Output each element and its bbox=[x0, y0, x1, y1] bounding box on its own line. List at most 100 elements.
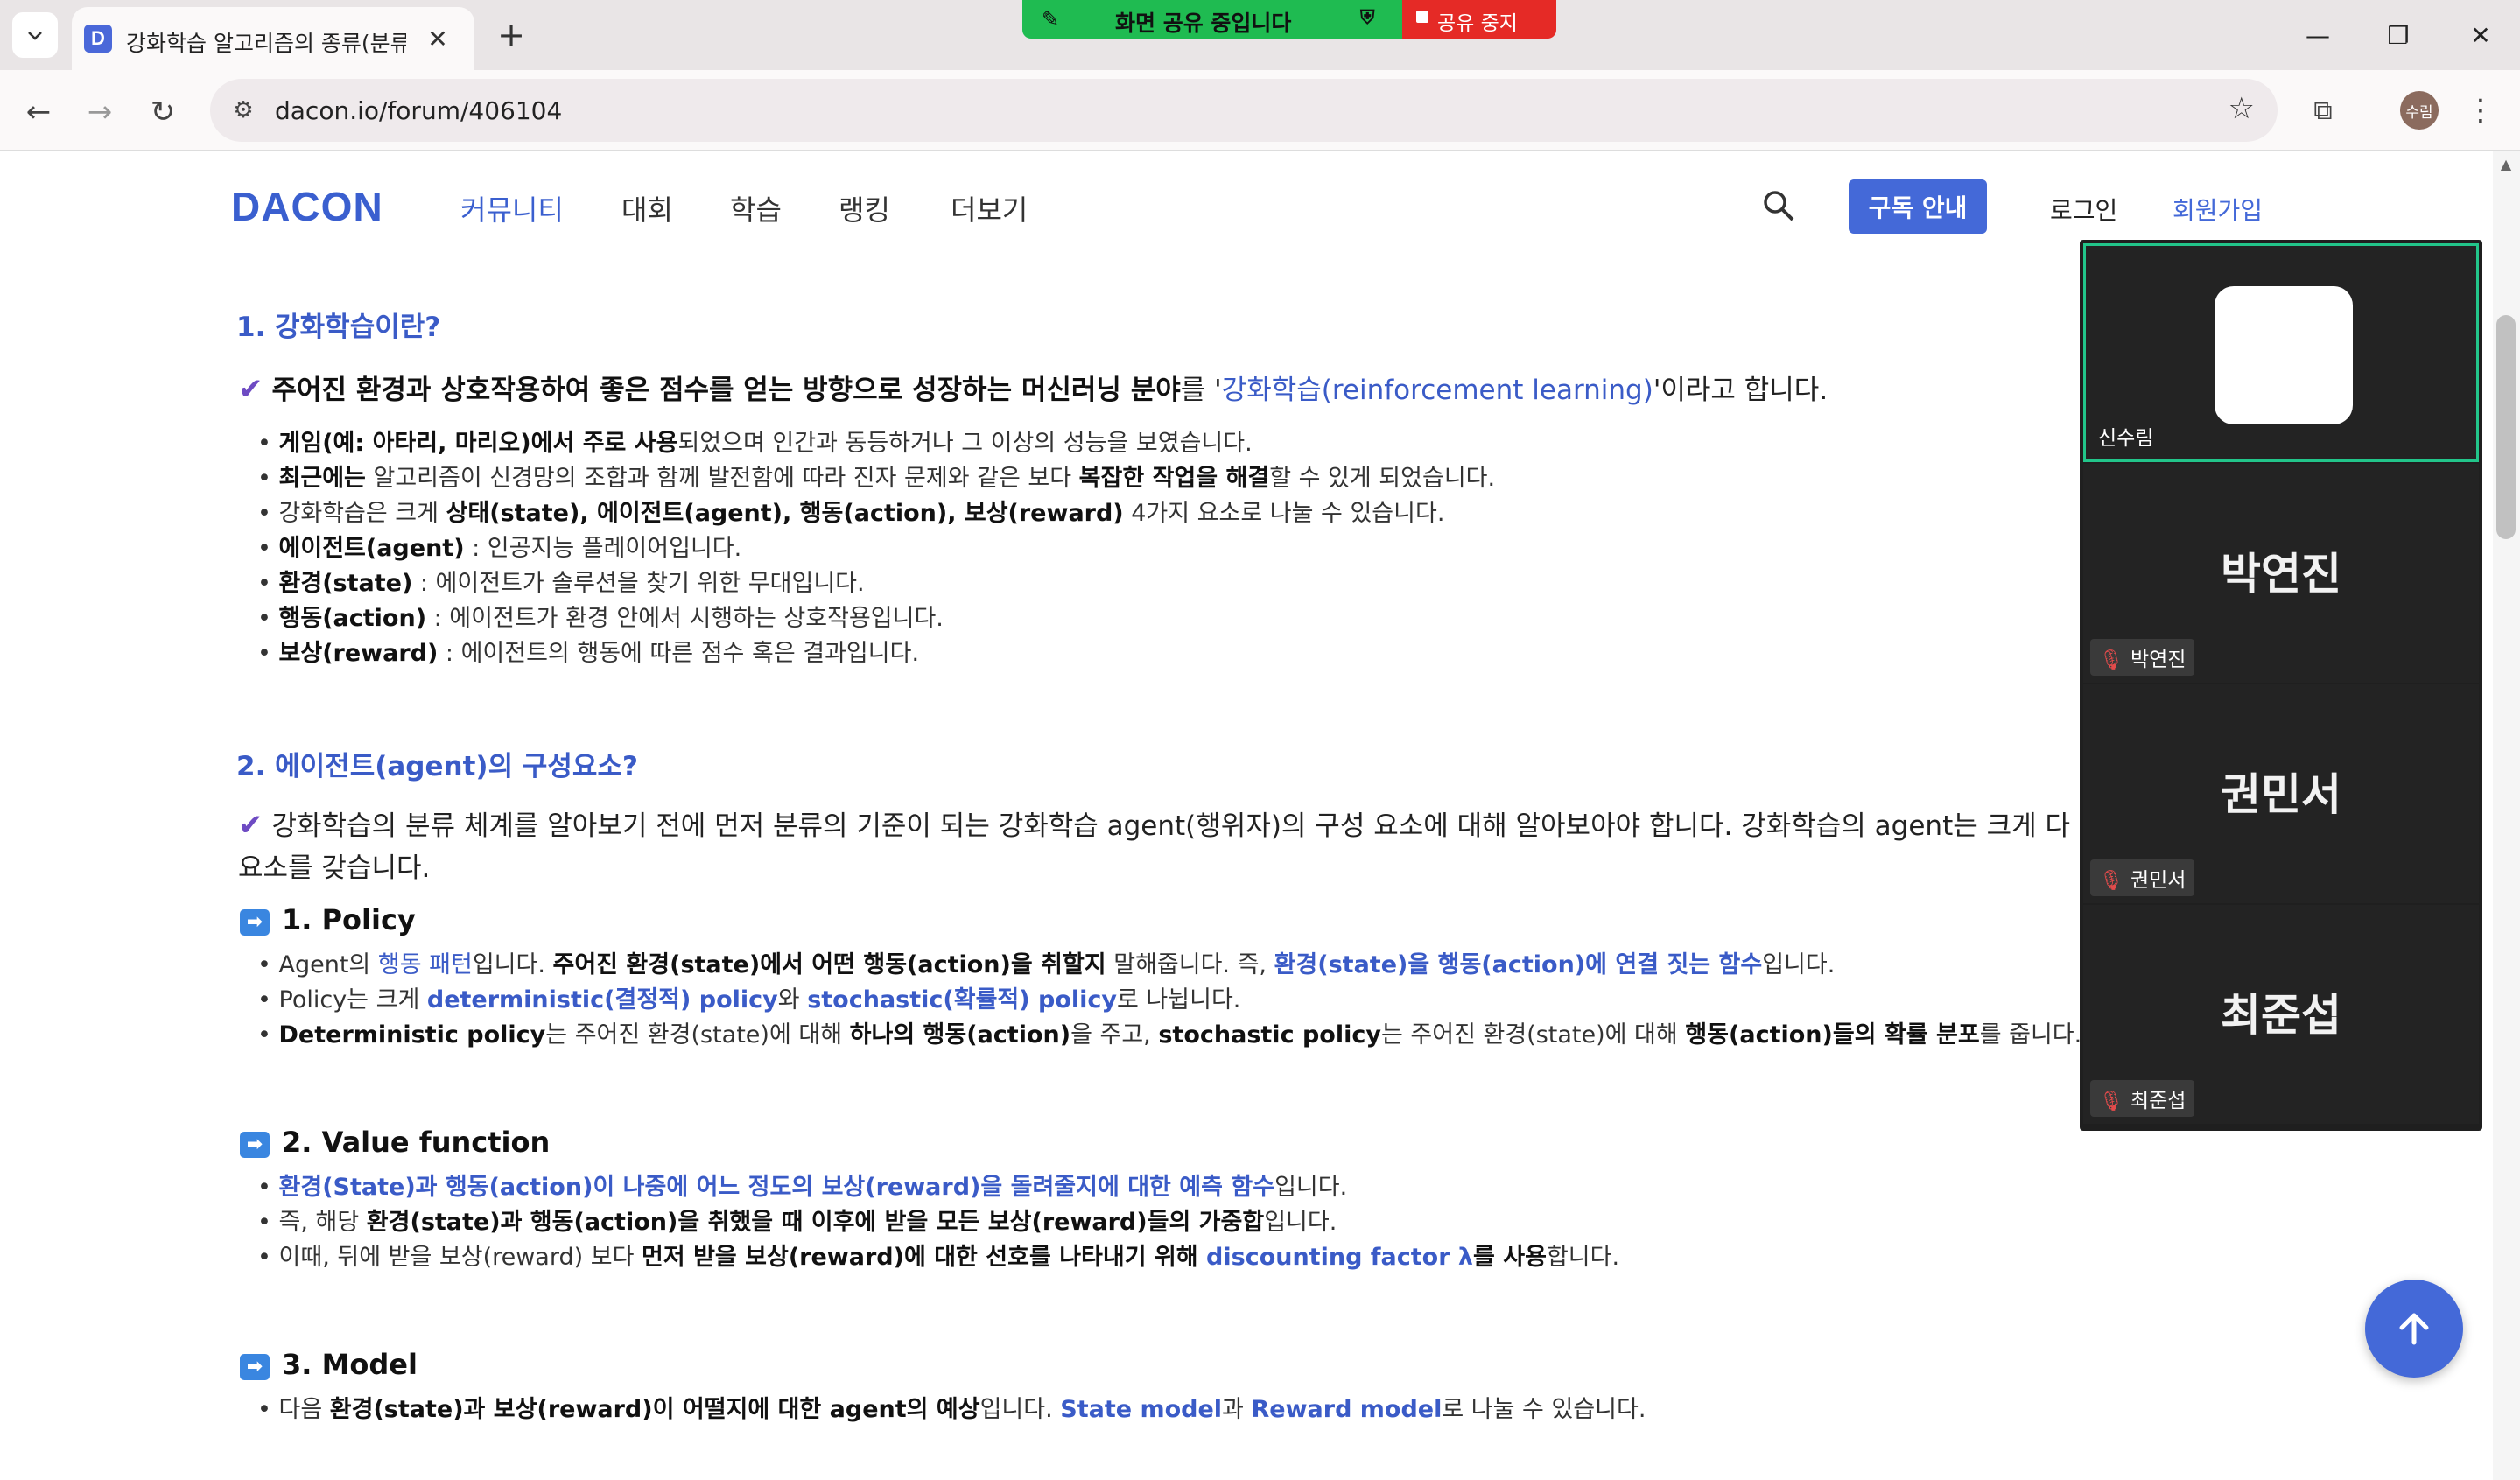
scroll-up-arrow-icon[interactable]: ▲ bbox=[2496, 156, 2516, 175]
scrollbar-thumb[interactable] bbox=[2496, 315, 2516, 539]
tab-favicon: D bbox=[84, 25, 112, 53]
lead-text: '이라고 합니다. bbox=[1653, 375, 1829, 406]
bold-text: 복잡한 작업을 해결 bbox=[1078, 465, 1270, 492]
list-item: • 보상(reward) : 에이전트의 행동에 따른 점수 혹은 결과입니다. bbox=[257, 640, 920, 667]
bold-text: 게임(예: 아타리, 마리오)에서 주로 사용 bbox=[278, 430, 678, 457]
site-info-icon[interactable]: ⚙ bbox=[228, 95, 259, 126]
text: : 에이전트가 솔루션을 찾기 위한 무대입니다. bbox=[412, 570, 865, 597]
bold-text: 보상(reward) bbox=[278, 640, 439, 667]
bold-text: 최근에는 bbox=[278, 465, 366, 492]
chevron-down-icon bbox=[28, 32, 42, 40]
participant-tile[interactable]: 박연진 🎙 박연진 bbox=[2083, 464, 2479, 683]
nav-more[interactable]: 더보기 bbox=[951, 188, 1028, 228]
link-text: stochastic(확률적) policy bbox=[807, 986, 1117, 1014]
browser-tab-active[interactable]: D 강화학습 알고리즘의 종류(분류 ✕ bbox=[72, 7, 474, 70]
bold-text: 먼저 받을 보상(reward)에 대한 선호를 나타내기 위해 bbox=[642, 1244, 1207, 1271]
text: 알고리즘이 신경망의 조합과 함께 발전함에 따라 진자 문제와 같은 보다 bbox=[365, 465, 1079, 492]
reload-icon[interactable]: ↻ bbox=[142, 91, 184, 133]
tab-search-dropdown[interactable] bbox=[12, 12, 58, 58]
arrow-right-icon: ➡ bbox=[240, 1354, 270, 1380]
text: 강화학습의 분류 체계를 알아보기 전에 먼저 분류의 기준이 되는 강화학습 … bbox=[271, 810, 2071, 842]
self-video-tile[interactable]: 신수림 bbox=[2083, 243, 2479, 462]
self-avatar bbox=[2215, 286, 2353, 424]
participant-name-chip: 🎙 박연진 bbox=[2090, 639, 2195, 676]
stop-icon bbox=[1416, 11, 1428, 23]
arrow-right-icon: ➡ bbox=[240, 909, 270, 936]
extensions-icon[interactable]: ⧉ bbox=[2304, 91, 2342, 130]
policy-heading: ➡ 1. Policy bbox=[240, 903, 416, 936]
text: 을 주고, bbox=[1070, 1021, 1159, 1049]
close-tab-icon[interactable]: ✕ bbox=[418, 19, 457, 58]
address-bar[interactable]: ⚙ dacon.io/forum/406104 ☆ bbox=[210, 79, 2278, 142]
participant-name-chip: 신수림 bbox=[2093, 419, 2158, 452]
bold-text: 환경(state)과 보상(reward)이 어떨지에 대한 agent의 예상 bbox=[329, 1396, 980, 1423]
text: Agent의 bbox=[278, 951, 378, 978]
heading-text: 2. Value function bbox=[282, 1126, 551, 1159]
subscribe-button[interactable]: 구독 안내 bbox=[1849, 179, 1987, 234]
minimize-icon[interactable]: — bbox=[2292, 16, 2344, 54]
participant-tile[interactable]: 권민서 🎙 권민서 bbox=[2083, 684, 2479, 903]
participant-name: 최준섭 bbox=[2130, 1090, 2187, 1112]
text: 입니다. bbox=[472, 951, 553, 978]
text: 입니다. bbox=[1264, 1209, 1337, 1236]
pin-icon: ✎ bbox=[1042, 7, 1060, 32]
link-text: State model bbox=[1060, 1396, 1223, 1423]
nav-community[interactable]: 커뮤니티 bbox=[460, 188, 564, 228]
list-item: • 게임(예: 아타리, 마리오)에서 주로 사용되었으며 인간과 동등하거나 … bbox=[257, 430, 1253, 457]
link-text: deterministic(결정적) policy bbox=[426, 986, 778, 1014]
stop-sharing-label: 공유 중지 bbox=[1437, 12, 1518, 35]
browser-menu-icon[interactable]: ⋮ bbox=[2461, 91, 2500, 130]
restore-icon[interactable]: ❐ bbox=[2372, 16, 2425, 54]
url-text[interactable]: dacon.io/forum/406104 bbox=[275, 96, 562, 125]
signup-link[interactable]: 회원가입 bbox=[2173, 192, 2263, 227]
link-text: Reward model bbox=[1251, 1396, 1443, 1423]
toolbar: ← → ↻ ⚙ dacon.io/forum/406104 ☆ ⧉ 수림 ⋮ bbox=[0, 70, 2520, 151]
bold-text: 주어진 환경(state)에서 어떤 행동(action)을 취할지 bbox=[552, 951, 1106, 978]
back-icon[interactable]: ← bbox=[18, 91, 60, 133]
text: 4가지 요소로 나눌 수 있습니다. bbox=[1123, 500, 1445, 527]
search-icon[interactable] bbox=[1761, 188, 1803, 230]
text: 과 bbox=[1222, 1396, 1252, 1423]
text: 로 나뉩니다. bbox=[1117, 986, 1241, 1014]
bookmark-star-icon[interactable]: ☆ bbox=[2229, 91, 2255, 126]
bold-text: Deterministic policy bbox=[278, 1021, 546, 1049]
lead-link[interactable]: 강화학습(reinforcement learning) bbox=[1222, 375, 1653, 406]
nav-competition[interactable]: 대회 bbox=[621, 188, 673, 228]
stop-sharing-button[interactable]: 공유 중지 bbox=[1402, 0, 1556, 39]
link-text: discounting factor λ bbox=[1206, 1244, 1474, 1271]
arrow-right-icon: ➡ bbox=[240, 1132, 270, 1158]
text: : 인공지능 플레이어입니다. bbox=[464, 535, 742, 562]
bold-text: 하나의 행동(action) bbox=[849, 1021, 1071, 1049]
bold-text: 환경(state)과 행동(action)을 취했을 때 이후에 받을 모든 보… bbox=[366, 1209, 1265, 1236]
profile-avatar[interactable]: 수림 bbox=[2400, 91, 2439, 130]
text: 를 줍니다. bbox=[1979, 1021, 2082, 1049]
section-2-title: 2. 에이전트(agent)의 구성요소? bbox=[236, 751, 638, 782]
share-status[interactable]: ✎ 화면 공유 중입니다 ⛨ bbox=[1022, 0, 1402, 39]
nav-learning[interactable]: 학습 bbox=[730, 188, 782, 228]
close-window-icon[interactable]: ✕ bbox=[2454, 16, 2507, 54]
dacon-logo[interactable]: DACON bbox=[231, 183, 383, 230]
nav-ranking[interactable]: 랭킹 bbox=[839, 188, 890, 228]
forward-icon[interactable]: → bbox=[79, 91, 121, 133]
participant-name-chip: 🎙 최준섭 bbox=[2090, 1080, 2195, 1117]
check-icon: ✔ bbox=[238, 372, 263, 407]
mic-off-icon: 🎙 bbox=[2099, 870, 2123, 892]
arrow-up-icon bbox=[2399, 1313, 2429, 1345]
participant-name: 박연진 bbox=[2130, 649, 2187, 671]
text: 즉, 해당 bbox=[278, 1209, 367, 1236]
bold-text: 행동(action) bbox=[278, 605, 427, 632]
login-link[interactable]: 로그인 bbox=[2050, 192, 2117, 227]
text: : 에이전트의 행동에 따른 점수 혹은 결과입니다. bbox=[438, 640, 920, 667]
link-text: 환경(state)을 행동(action)에 연결 짓는 함수 bbox=[1274, 951, 1763, 978]
participant-tile[interactable]: 최준섭 🎙 최준섭 bbox=[2083, 905, 2479, 1124]
list-item: • Agent의 행동 패턴입니다. 주어진 환경(state)에서 어떤 행동… bbox=[257, 951, 1836, 978]
text: 이때, 뒤에 받을 보상(reward) 보다 bbox=[278, 1244, 642, 1271]
list-item: • 환경(State)과 행동(action)이 나중에 어느 정도의 보상(r… bbox=[257, 1174, 1348, 1201]
participant-big-name: 최준섭 bbox=[2221, 990, 2341, 1041]
scroll-to-top-button[interactable] bbox=[2365, 1280, 2463, 1378]
bold-text: 를 사용 bbox=[1473, 1244, 1547, 1271]
lead-text: 를 ' bbox=[1180, 375, 1222, 406]
text: : 에이전트가 환경 안에서 시행하는 상호작용입니다. bbox=[426, 605, 944, 632]
text: 입니다. bbox=[979, 1396, 1061, 1423]
new-tab-icon[interactable]: + bbox=[490, 14, 532, 56]
